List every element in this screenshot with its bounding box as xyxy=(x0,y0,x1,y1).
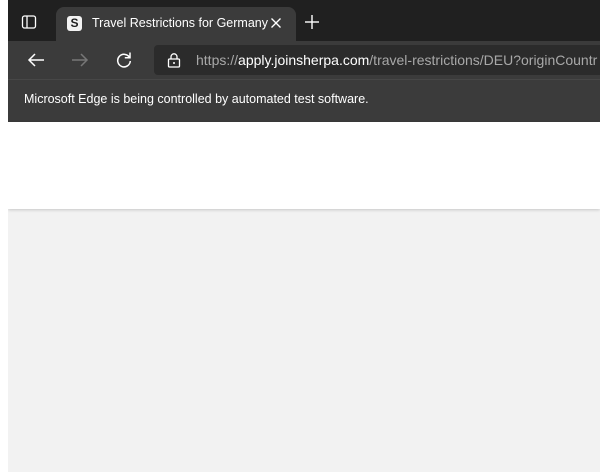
address-bar[interactable]: https://apply.joinsherpa.com/travel-rest… xyxy=(154,45,600,75)
url-domain: apply.joinsherpa.com xyxy=(238,52,370,68)
favicon-icon: S xyxy=(67,16,82,31)
tab-title: Travel Restrictions for Germany xyxy=(92,16,268,30)
plus-icon[interactable] xyxy=(304,14,320,30)
infobar-message: Microsoft Edge is being controlled by au… xyxy=(24,92,369,106)
toolbar: https://apply.joinsherpa.com/travel-rest… xyxy=(8,41,600,79)
tab-actions-icon[interactable] xyxy=(20,13,38,31)
url-path: /travel-restrictions/DEU?originCountr xyxy=(369,52,598,68)
tab-active[interactable]: S Travel Restrictions for Germany xyxy=(56,7,296,41)
url-text[interactable]: https://apply.joinsherpa.com/travel-rest… xyxy=(196,52,597,68)
forward-arrow-icon[interactable] xyxy=(70,50,90,70)
lock-icon[interactable] xyxy=(166,52,182,68)
tab-bar: S Travel Restrictions for Germany xyxy=(8,0,600,41)
close-icon[interactable] xyxy=(268,15,284,31)
url-scheme: https:// xyxy=(196,52,239,68)
page-header xyxy=(8,122,600,209)
back-arrow-icon[interactable] xyxy=(26,50,46,70)
refresh-icon[interactable] xyxy=(114,50,134,70)
window-edge xyxy=(0,0,8,472)
automation-infobar: Microsoft Edge is being controlled by au… xyxy=(8,79,600,122)
browser-window: S Travel Restrictions for Germany https:… xyxy=(8,0,600,472)
page-content xyxy=(8,122,600,472)
